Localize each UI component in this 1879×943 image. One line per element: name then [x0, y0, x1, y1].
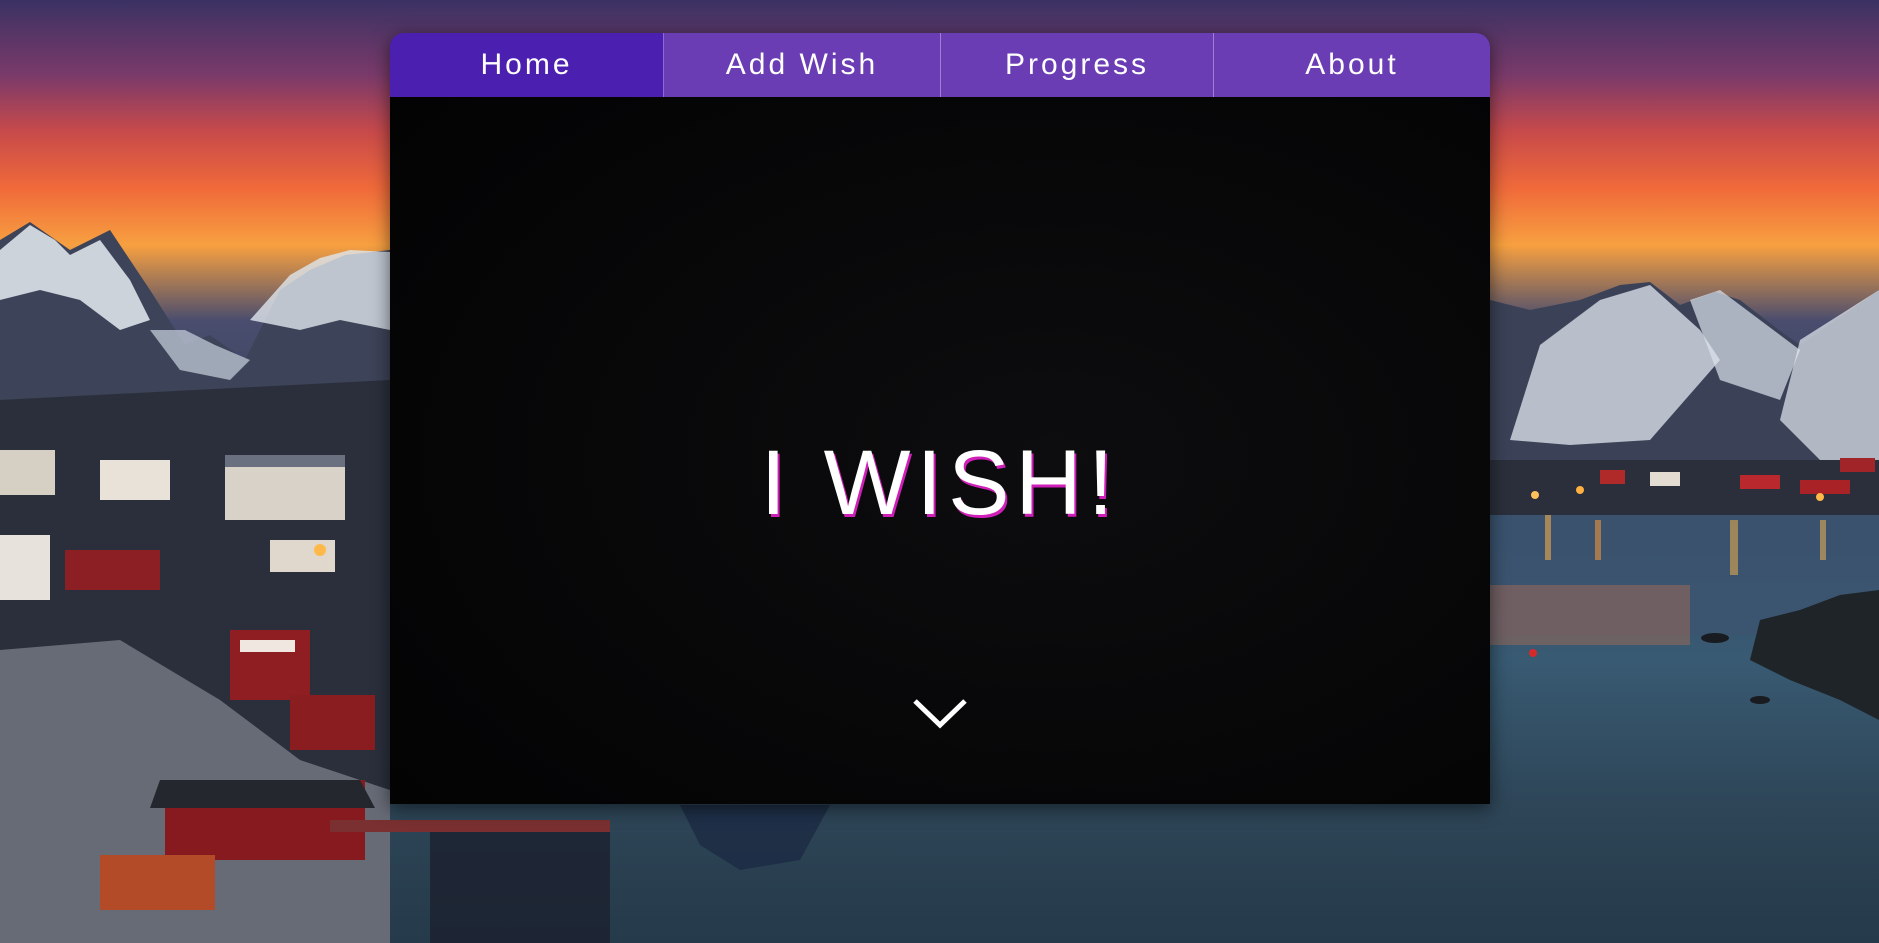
hero-title: I WISH!	[760, 432, 1120, 534]
top-navigation-bar: Home Add Wish Progress About	[390, 33, 1490, 97]
main-card: Home Add Wish Progress About I WISH!	[390, 33, 1490, 804]
chevron-down-icon	[913, 699, 967, 729]
nav-tab-progress[interactable]: Progress	[941, 33, 1214, 97]
nav-tab-home[interactable]: Home	[390, 33, 664, 97]
nav-tab-add-wish[interactable]: Add Wish	[664, 33, 941, 97]
scroll-down-button[interactable]	[910, 693, 970, 733]
nav-tab-about[interactable]: About	[1214, 33, 1490, 97]
